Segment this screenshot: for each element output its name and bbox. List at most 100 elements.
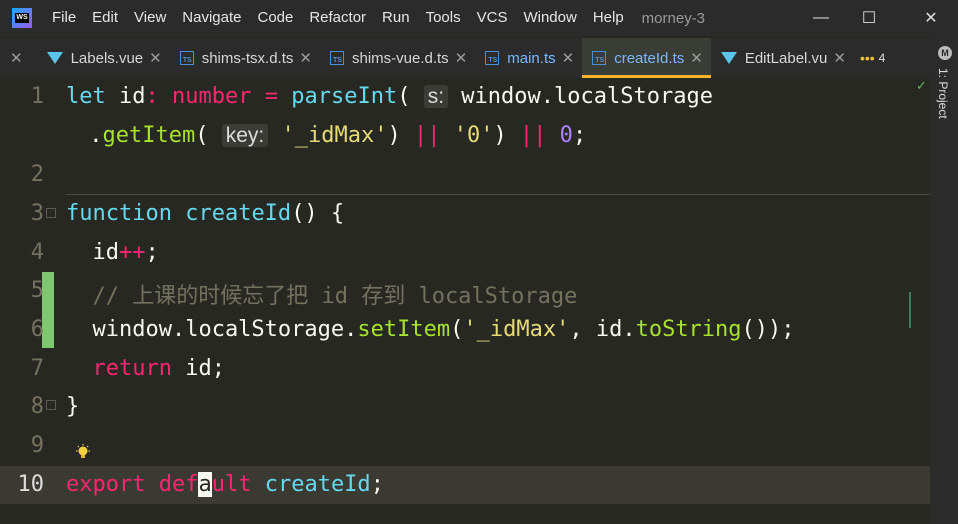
operator: || bbox=[506, 123, 547, 148]
lightbulb-icon[interactable] bbox=[74, 444, 92, 467]
punct: : bbox=[145, 84, 172, 109]
title-menu-bar: WS File Edit View Navigate Code Refactor… bbox=[0, 0, 958, 36]
code-line-6: window.localStorage.setItem('_idMax', id… bbox=[66, 317, 795, 342]
menu-window[interactable]: Window bbox=[515, 0, 584, 36]
function-name: parseInt bbox=[291, 84, 398, 109]
code-line-3: function createId() { bbox=[66, 201, 344, 226]
menu-navigate[interactable]: Navigate bbox=[174, 0, 249, 36]
menu-view[interactable]: View bbox=[126, 0, 174, 36]
paren: ( bbox=[195, 123, 209, 148]
function-name: getItem bbox=[102, 123, 196, 148]
webstorm-logo-icon[interactable]: WS bbox=[12, 8, 32, 28]
identifier: , id. bbox=[569, 317, 636, 342]
menu-help[interactable]: Help bbox=[585, 0, 632, 36]
type-keyword: number bbox=[172, 84, 252, 109]
line-number: 9 bbox=[30, 433, 44, 458]
menu-refactor[interactable]: Refactor bbox=[301, 0, 374, 36]
logo-text: WS bbox=[15, 13, 29, 23]
tab-shims-vue[interactable]: TS shims-vue.d.ts ✕ bbox=[320, 38, 475, 78]
identifier: window.localStorage. bbox=[66, 317, 358, 342]
tab-label: main.ts bbox=[507, 49, 556, 67]
scroll-marker bbox=[909, 292, 911, 328]
tab-main-ts[interactable]: TS main.ts ✕ bbox=[475, 38, 582, 78]
identifier: createId bbox=[251, 472, 371, 497]
menu-tools[interactable]: Tools bbox=[418, 0, 469, 36]
keyword: def bbox=[145, 472, 199, 497]
identifier: window.localStorage bbox=[448, 84, 713, 109]
tab-createid-ts[interactable]: TS createId.ts ✕ bbox=[582, 38, 711, 78]
inspection-ok-icon[interactable]: ✓ bbox=[916, 78, 927, 94]
tab-labels-vue[interactable]: Labels.vue ✕ bbox=[37, 38, 170, 78]
minimize-icon[interactable]: — bbox=[798, 0, 844, 36]
close-window-icon[interactable]: ✕ bbox=[908, 0, 954, 36]
number: 0 bbox=[546, 123, 573, 148]
ts-icon: TS bbox=[329, 51, 344, 65]
line-number: 6 bbox=[30, 317, 44, 342]
punct: () { bbox=[291, 201, 345, 226]
code-line-1-wrap: .getItem( key: '_idMax') || '0') || 0; bbox=[76, 123, 586, 148]
function-name: setItem bbox=[357, 317, 451, 342]
operator: || bbox=[400, 123, 441, 148]
menu-code[interactable]: Code bbox=[249, 0, 301, 36]
function-name: toString bbox=[635, 317, 742, 342]
paren: ( bbox=[397, 84, 411, 109]
line-number-current: 10 bbox=[17, 472, 45, 497]
maximize-icon[interactable]: ☐ bbox=[846, 0, 892, 36]
close-icon[interactable]: ✕ bbox=[149, 49, 162, 67]
method-separator bbox=[66, 194, 930, 195]
close-icon[interactable]: ✕ bbox=[562, 49, 575, 67]
tab-editlabel-vue[interactable]: EditLabel.vu ✕ bbox=[711, 38, 854, 78]
fold-icon[interactable] bbox=[46, 400, 56, 410]
tab-label: createId.ts bbox=[614, 49, 685, 67]
close-icon[interactable]: ✕ bbox=[299, 49, 312, 67]
string: '_idMax' bbox=[463, 317, 570, 342]
function-name: createId bbox=[171, 201, 292, 226]
code-editor[interactable]: 1 2 3 4 5 6 7 8 9 10 let id: number = pa… bbox=[0, 78, 930, 524]
menu-file[interactable]: File bbox=[44, 0, 84, 36]
punct: ; bbox=[370, 472, 384, 497]
ts-icon: TS bbox=[179, 51, 194, 65]
line-number: 5 bbox=[30, 278, 44, 303]
code-line-8: } bbox=[66, 394, 79, 419]
string: '0' bbox=[440, 123, 494, 148]
keyword: function bbox=[66, 201, 172, 226]
line-number: 4 bbox=[30, 240, 44, 265]
project-tool-window-button[interactable]: 1: Project bbox=[936, 68, 950, 119]
keyword: return bbox=[66, 356, 172, 381]
menu-run[interactable]: Run bbox=[374, 0, 418, 36]
close-icon[interactable]: ✕ bbox=[833, 49, 846, 67]
tab-overflow-count: 4 bbox=[878, 51, 886, 65]
string: '_idMax' bbox=[268, 123, 388, 148]
ts-icon: TS bbox=[592, 51, 607, 65]
close-icon[interactable]: ✕ bbox=[690, 49, 703, 67]
text-cursor: a bbox=[198, 472, 212, 497]
code-line-1: let id: number = parseInt( s: window.loc… bbox=[66, 84, 713, 109]
line-number: 3 bbox=[30, 201, 44, 226]
punct: ()); bbox=[741, 317, 795, 342]
tab-shims-tsx[interactable]: TS shims-tsx.d.ts ✕ bbox=[170, 38, 320, 78]
menu-vcs[interactable]: VCS bbox=[469, 0, 516, 36]
fold-icon[interactable] bbox=[46, 208, 56, 218]
identifier: id; bbox=[171, 356, 225, 381]
vue-icon bbox=[46, 52, 63, 64]
close-icon[interactable]: ✕ bbox=[455, 49, 468, 67]
close-icon[interactable]: ✕ bbox=[10, 49, 23, 67]
tab-overflow-button[interactable]: ••• 4 bbox=[854, 38, 891, 78]
project-name: morney-3 bbox=[641, 9, 706, 27]
tab-label: shims-vue.d.ts bbox=[351, 49, 449, 67]
menu-edit[interactable]: Edit bbox=[84, 0, 126, 36]
line-number: 8 bbox=[30, 394, 44, 419]
punct: . bbox=[76, 123, 103, 148]
tab-label: Labels.vue bbox=[70, 49, 144, 67]
code-line-4: id++; bbox=[66, 240, 158, 265]
keyword: let bbox=[66, 84, 106, 109]
paren: ) bbox=[387, 123, 401, 148]
parameter-hint: s: bbox=[423, 85, 449, 108]
punct: ; bbox=[572, 123, 587, 148]
tab-hidden-close[interactable]: ✕ bbox=[0, 38, 37, 78]
more-tabs-icon: ••• bbox=[859, 50, 875, 66]
m-icon[interactable]: M bbox=[938, 46, 952, 60]
code-line-10: export default createId; bbox=[66, 472, 384, 497]
editor-tab-bar: ✕ Labels.vue ✕ TS shims-tsx.d.ts ✕ TS sh… bbox=[0, 38, 930, 79]
line-number: 7 bbox=[30, 356, 44, 381]
